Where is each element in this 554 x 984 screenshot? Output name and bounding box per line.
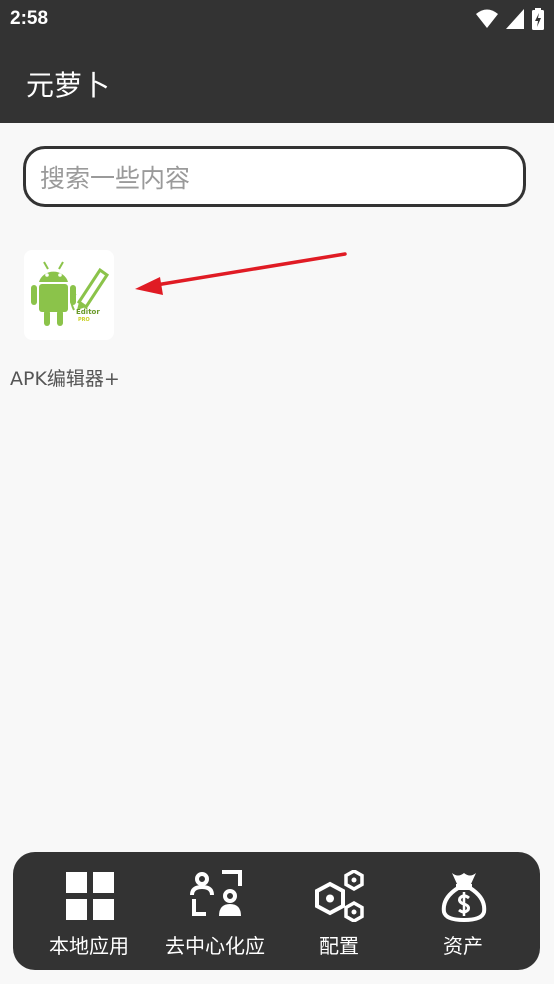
wifi-icon xyxy=(476,9,498,28)
apk-editor-app-icon[interactable]: Editor PRO xyxy=(24,250,114,340)
hex-nuts-icon xyxy=(315,870,364,922)
nav-label-assets: 资产 xyxy=(443,934,483,958)
grid-icon xyxy=(66,872,114,920)
apk-editor-icon-subtext: PRO xyxy=(78,317,90,323)
nav-label-config: 配置 xyxy=(319,934,359,958)
battery-icon xyxy=(532,8,544,30)
nav-local-apps[interactable]: 本地应用 xyxy=(27,852,151,970)
status-bar: 2:58 xyxy=(0,0,554,38)
money-bag-icon xyxy=(441,873,487,922)
nav-assets[interactable]: 资产 xyxy=(401,852,525,970)
app-label: APK编辑器+ xyxy=(10,368,120,390)
android-editor-icon xyxy=(31,261,110,326)
nav-config[interactable]: 配置 xyxy=(277,852,401,970)
apk-editor-icon-text: Editor xyxy=(76,308,100,316)
nav-label-local-apps: 本地应用 xyxy=(49,934,129,958)
nav-decentralized-apps[interactable]: 去中心化应 xyxy=(153,852,277,970)
scan-user-icon xyxy=(190,870,242,916)
app-tile-apk-editor[interactable]: Editor PRO APK编辑器+ xyxy=(10,248,150,398)
signal-icon xyxy=(506,9,524,29)
app-bar: 元萝卜 xyxy=(0,38,554,123)
status-time: 2:58 xyxy=(10,8,49,29)
search-box[interactable] xyxy=(23,146,526,207)
bottom-nav: 本地应用 去中心化应 配置 资产 xyxy=(13,852,540,970)
app-title: 元萝卜 xyxy=(26,69,111,102)
nav-label-decentralized-apps: 去中心化应 xyxy=(165,934,265,958)
status-icons xyxy=(476,8,544,30)
search-input[interactable] xyxy=(38,157,512,199)
